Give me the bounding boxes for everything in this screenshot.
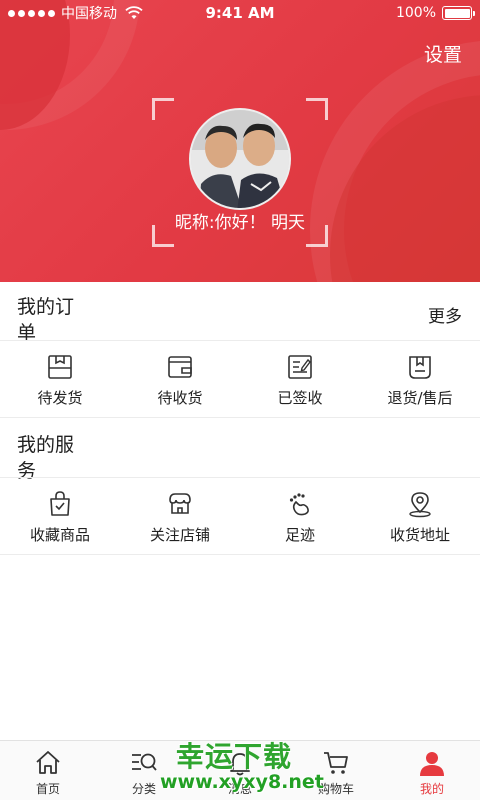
grid-item-label: 收藏商品 xyxy=(29,526,90,544)
shopping-bag-icon xyxy=(50,491,70,516)
frame-corner xyxy=(152,98,174,120)
tab-messages[interactable]: 消息 xyxy=(192,741,288,800)
store-icon xyxy=(169,493,191,514)
signal-strength-icon xyxy=(8,9,55,17)
tab-label: 分类 xyxy=(131,782,156,796)
box-icon xyxy=(48,355,72,379)
carrier-name: 中国移动 xyxy=(61,6,117,22)
service-favorite-products[interactable]: 收藏商品 xyxy=(0,478,120,554)
settings-button[interactable]: 设置 xyxy=(424,40,462,67)
order-status-pending-receipt[interactable]: 待收货 xyxy=(120,341,240,417)
battery-percentage: 100% xyxy=(395,5,436,21)
footprint-icon xyxy=(289,493,309,516)
bottom-tab-bar: 首页 分类 消息 购物车 我的 xyxy=(0,740,480,800)
more-orders-link[interactable]: 更多 xyxy=(428,302,462,327)
service-shipping-address[interactable]: 收货地址 xyxy=(360,478,480,554)
service-followed-stores[interactable]: 关注店铺 xyxy=(120,478,240,554)
tab-cart[interactable]: 购物车 xyxy=(288,741,384,800)
order-status-signed[interactable]: 已签收 xyxy=(240,341,360,417)
location-pin-icon xyxy=(409,492,431,518)
tab-mine[interactable]: 我的 xyxy=(384,741,480,800)
tab-home[interactable]: 首页 xyxy=(0,741,96,800)
nickname-label: 昵称:你好！ 明天 xyxy=(174,213,306,233)
cart-icon xyxy=(324,752,348,774)
orders-grid: 待发货 待收货 已签收 退货/售后 xyxy=(0,341,480,417)
category-search-icon xyxy=(132,753,157,771)
avatar-image xyxy=(191,110,289,208)
grid-item-label: 足迹 xyxy=(284,526,315,544)
grid-item-label: 关注店铺 xyxy=(149,526,210,544)
grid-item-label: 已签收 xyxy=(277,389,323,407)
service-footprints[interactable]: 足迹 xyxy=(240,478,360,554)
tab-label: 首页 xyxy=(35,782,60,796)
services-section-header: 我的服务 xyxy=(0,418,480,482)
avatar[interactable] xyxy=(189,108,291,210)
grid-item-label: 收货地址 xyxy=(389,526,450,544)
tab-label: 我的 xyxy=(419,782,444,796)
battery-icon xyxy=(442,6,475,20)
signed-doc-icon xyxy=(288,355,312,379)
frame-corner xyxy=(306,98,328,120)
user-icon xyxy=(420,752,444,776)
wallet-icon xyxy=(168,356,192,378)
wifi-icon xyxy=(125,6,143,19)
profile-header: 中国移动 9:41 AM 100% 设置 昵称:你好！ 明天 xyxy=(0,0,480,282)
grid-item-label: 待发货 xyxy=(37,389,83,407)
return-box-icon xyxy=(409,356,431,379)
grid-item-label: 待收货 xyxy=(157,389,203,407)
orders-title: 我的订单 xyxy=(17,296,75,344)
bell-icon xyxy=(230,753,250,776)
order-status-pending-shipment[interactable]: 待发货 xyxy=(0,341,120,417)
services-grid: 收藏商品 关注店铺 足迹 收货地址 xyxy=(0,478,480,554)
divider xyxy=(0,554,480,555)
tab-label: 消息 xyxy=(227,782,252,796)
grid-item-label: 退货/售后 xyxy=(387,389,453,407)
order-status-return-aftersale[interactable]: 退货/售后 xyxy=(360,341,480,417)
tab-label: 购物车 xyxy=(317,782,354,796)
home-icon xyxy=(36,751,60,774)
orders-section-header: 我的订单 更多 xyxy=(0,282,480,344)
tab-category[interactable]: 分类 xyxy=(96,741,192,800)
status-bar: 中国移动 9:41 AM 100% xyxy=(0,0,480,26)
